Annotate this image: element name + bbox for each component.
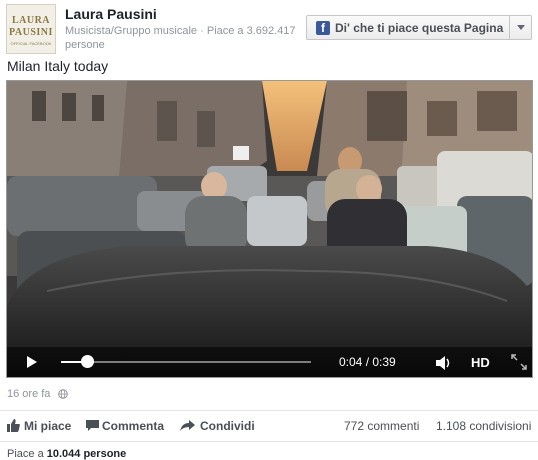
post-text: Milan Italy today	[7, 58, 109, 74]
video-frame	[7, 81, 532, 377]
video-scrubber-handle[interactable]	[80, 355, 94, 368]
fullscreen-icon[interactable]	[511, 354, 527, 370]
share-action-label: Condividi	[200, 419, 255, 433]
meta-separator: ·	[200, 25, 207, 37]
chevron-down-icon[interactable]	[517, 25, 525, 30]
page-avatar[interactable]: LAURA PAUSINI OFFICIAL FACEBOOK	[6, 4, 56, 54]
thumbs-up-icon	[7, 419, 20, 432]
post-likes-summary: Piace a 10.044 persone	[7, 448, 126, 460]
share-arrow-icon	[180, 420, 195, 431]
comment-action-label: Commenta	[102, 419, 165, 433]
like-action-label: Mi piace	[24, 419, 72, 433]
like-page-button[interactable]: f Di' che ti piace questa Pagina	[306, 15, 532, 40]
play-icon[interactable]	[27, 356, 37, 368]
video-player[interactable]: 0:04 / 0:39 HD	[6, 80, 533, 378]
page-meta: Musicista/Gruppo musicale · Piace a 3.69…	[65, 24, 305, 52]
post-timestamp[interactable]: 16 ore fa	[7, 388, 50, 400]
hd-toggle[interactable]: HD	[471, 355, 490, 370]
avatar-logo-line3: OFFICIAL FACEBOOK	[10, 41, 52, 46]
shares-count[interactable]: 1.108 condivisioni	[436, 419, 531, 433]
comment-icon	[86, 420, 99, 431]
post-actions-bar: Mi piace Commenta Condividi 772 commenti…	[0, 410, 538, 442]
page-category: Musicista/Gruppo musicale	[65, 25, 198, 37]
button-divider	[509, 16, 510, 39]
likes-count-link[interactable]: 10.044 persone	[47, 448, 127, 460]
comments-count[interactable]: 772 commenti	[344, 419, 419, 433]
video-controls: 0:04 / 0:39 HD	[7, 347, 532, 377]
video-progress-bar[interactable]	[61, 355, 311, 368]
page-header: LAURA PAUSINI OFFICIAL FACEBOOK Laura Pa…	[0, 0, 538, 56]
likes-prefix: Piace a	[7, 448, 44, 460]
facebook-f-icon: f	[316, 21, 330, 35]
like-page-label: Di' che ti piace questa Pagina	[335, 21, 504, 35]
video-time: 0:04 / 0:39	[339, 355, 396, 369]
globe-icon	[58, 389, 68, 399]
page-name-link[interactable]: Laura Pausini	[65, 6, 157, 22]
volume-icon[interactable]	[435, 356, 453, 370]
avatar-logo-line1: LAURA	[11, 15, 51, 26]
avatar-logo-line2: PAUSINI	[9, 27, 53, 38]
